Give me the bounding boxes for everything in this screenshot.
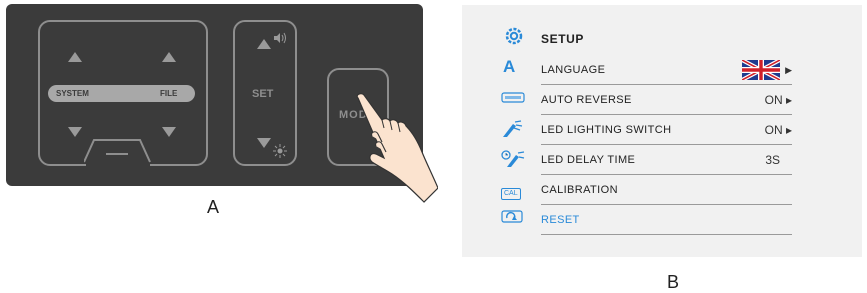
set-label: SET [252, 88, 274, 100]
file-up-button[interactable] [162, 52, 176, 62]
gear-icon [505, 27, 523, 50]
menu-label: AUTO REVERSE [541, 94, 632, 106]
cal-icon: CAL [501, 182, 525, 200]
system-file-bar: SYSTEM FILE [48, 85, 195, 102]
volume-icon [273, 31, 287, 49]
menu-label: RESET [541, 214, 580, 226]
setup-title: SETUP [541, 32, 585, 46]
menu-value: ON ▸ [764, 93, 792, 107]
uk-flag-icon [741, 58, 781, 85]
menu-label: CALIBRATION [541, 184, 618, 196]
system-up-button[interactable] [68, 52, 82, 62]
menu-row-led-delay-time[interactable]: LED DELAY TIME 3S [499, 145, 792, 175]
led-light-icon [501, 120, 525, 137]
brightness-icon [273, 144, 287, 163]
setup-menu: SETUP A LANGUAGE ▶ AUTO REVERSE ON ▸ LED… [462, 5, 862, 257]
menu-label: LANGUAGE [541, 64, 606, 76]
led-delay-icon [501, 150, 525, 167]
file-label: FILE [160, 89, 178, 98]
menu-value: 3S [765, 153, 780, 167]
auto-reverse-icon [501, 90, 525, 106]
menu-row-reset[interactable]: RESET [499, 205, 792, 235]
row-divider [541, 234, 792, 235]
menu-row-led-lighting-switch[interactable]: LED LIGHTING SWITCH ON ▸ [499, 115, 792, 145]
pad-notch [84, 139, 151, 166]
letter-a-icon: A [503, 57, 516, 76]
menu-row-auto-reverse[interactable]: AUTO REVERSE ON ▸ [499, 85, 792, 115]
menu-value: ON ▸ [764, 123, 792, 137]
reset-icon [501, 210, 525, 226]
menu-row-language[interactable]: A LANGUAGE ▶ [499, 55, 792, 85]
file-down-button[interactable] [162, 127, 176, 137]
menu-row-calibration[interactable]: CAL CALIBRATION [499, 175, 792, 205]
caption-a: A [207, 197, 220, 217]
menu-label: LED DELAY TIME [541, 154, 636, 166]
set-down-button[interactable] [257, 138, 271, 148]
set-up-button[interactable] [257, 39, 271, 49]
chevron-right-icon: ▶ [785, 65, 792, 75]
caption-b: B [667, 272, 680, 292]
menu-label: LED LIGHTING SWITCH [541, 124, 672, 136]
system-down-button[interactable] [68, 127, 82, 137]
pointing-hand-icon [352, 92, 439, 209]
system-label: SYSTEM [56, 89, 89, 98]
